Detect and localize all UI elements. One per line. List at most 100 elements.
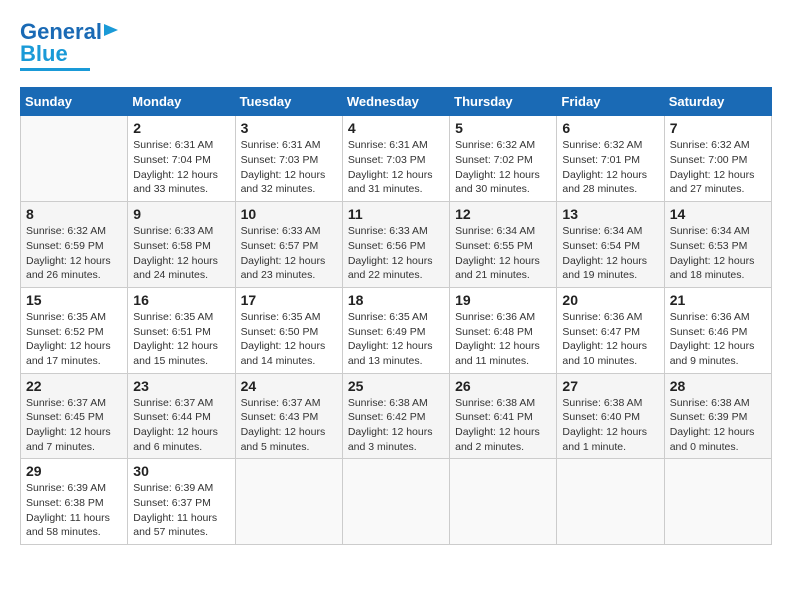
calendar-cell: 22 Sunrise: 6:37 AMSunset: 6:45 PMDayligh…	[21, 373, 128, 459]
calendar-cell: 18 Sunrise: 6:35 AMSunset: 6:49 PMDayligh…	[342, 287, 449, 373]
calendar-cell: 2 Sunrise: 6:31 AMSunset: 7:04 PMDaylight…	[128, 116, 235, 202]
day-info: Sunrise: 6:32 AMSunset: 7:00 PMDaylight:…	[670, 138, 766, 197]
calendar-cell: 9Sunrise: 6:33 AMSunset: 6:58 PMDaylight…	[128, 202, 235, 288]
calendar-body: 2 Sunrise: 6:31 AMSunset: 7:04 PMDaylight…	[21, 116, 772, 545]
day-number: 6	[562, 120, 658, 136]
calendar-cell: 11Sunrise: 6:33 AMSunset: 6:56 PMDayligh…	[342, 202, 449, 288]
day-info: Sunrise: 6:35 AMSunset: 6:50 PMDaylight:…	[241, 310, 337, 369]
day-info: Sunrise: 6:38 AMSunset: 6:41 PMDaylight:…	[455, 396, 551, 455]
day-number: 19	[455, 292, 551, 308]
day-number: 23	[133, 378, 229, 394]
day-number: 2	[133, 120, 229, 136]
calendar-header-friday: Friday	[557, 88, 664, 116]
day-info: Sunrise: 6:39 AMSunset: 6:38 PMDaylight:…	[26, 481, 122, 540]
day-number: 30	[133, 463, 229, 479]
calendar-cell: 24 Sunrise: 6:37 AMSunset: 6:43 PMDayligh…	[235, 373, 342, 459]
calendar-cell: 21Sunrise: 6:36 AMSunset: 6:46 PMDayligh…	[664, 287, 771, 373]
day-number: 18	[348, 292, 444, 308]
calendar-header-tuesday: Tuesday	[235, 88, 342, 116]
day-info: Sunrise: 6:39 AMSunset: 6:37 PMDaylight:…	[133, 481, 229, 540]
day-number: 29	[26, 463, 122, 479]
calendar-cell: 5Sunrise: 6:32 AMSunset: 7:02 PMDaylight…	[450, 116, 557, 202]
calendar-cell: 29 Sunrise: 6:39 AMSunset: 6:38 PMDayligh…	[21, 459, 128, 545]
day-info: Sunrise: 6:31 AMSunset: 7:04 PMDaylight:…	[133, 138, 229, 197]
day-number: 15	[26, 292, 122, 308]
calendar-cell	[664, 459, 771, 545]
day-info: Sunrise: 6:38 AMSunset: 6:40 PMDaylight:…	[562, 396, 658, 455]
day-number: 17	[241, 292, 337, 308]
day-info: Sunrise: 6:32 AMSunset: 7:01 PMDaylight:…	[562, 138, 658, 197]
day-number: 13	[562, 206, 658, 222]
calendar-header-sunday: Sunday	[21, 88, 128, 116]
day-info: Sunrise: 6:34 AMSunset: 6:53 PMDaylight:…	[670, 224, 766, 283]
calendar-cell: 14Sunrise: 6:34 AMSunset: 6:53 PMDayligh…	[664, 202, 771, 288]
calendar-header-row: SundayMondayTuesdayWednesdayThursdayFrid…	[21, 88, 772, 116]
calendar-cell: 10 Sunrise: 6:33 AMSunset: 6:57 PMDayligh…	[235, 202, 342, 288]
day-info: Sunrise: 6:37 AMSunset: 6:43 PMDaylight:…	[241, 396, 337, 455]
day-info: Sunrise: 6:32 AMSunset: 7:02 PMDaylight:…	[455, 138, 551, 197]
calendar-cell: 12 Sunrise: 6:34 AMSunset: 6:55 PMDayligh…	[450, 202, 557, 288]
calendar-week-2: 8Sunrise: 6:32 AMSunset: 6:59 PMDaylight…	[21, 202, 772, 288]
logo-arrow-icon	[104, 20, 124, 40]
calendar-cell: 3 Sunrise: 6:31 AMSunset: 7:03 PMDaylight…	[235, 116, 342, 202]
calendar-cell: 8Sunrise: 6:32 AMSunset: 6:59 PMDaylight…	[21, 202, 128, 288]
day-number: 27	[562, 378, 658, 394]
day-number: 4	[348, 120, 444, 136]
day-number: 12	[455, 206, 551, 222]
day-info: Sunrise: 6:38 AMSunset: 6:39 PMDaylight:…	[670, 396, 766, 455]
calendar-cell	[450, 459, 557, 545]
calendar-cell: 27 Sunrise: 6:38 AMSunset: 6:40 PMDayligh…	[557, 373, 664, 459]
day-number: 8	[26, 206, 122, 222]
day-number: 20	[562, 292, 658, 308]
day-info: Sunrise: 6:33 AMSunset: 6:58 PMDaylight:…	[133, 224, 229, 283]
day-number: 7	[670, 120, 766, 136]
calendar-cell: 4 Sunrise: 6:31 AMSunset: 7:03 PMDaylight…	[342, 116, 449, 202]
calendar-cell	[21, 116, 128, 202]
day-info: Sunrise: 6:31 AMSunset: 7:03 PMDaylight:…	[348, 138, 444, 197]
calendar-week-1: 2 Sunrise: 6:31 AMSunset: 7:04 PMDaylight…	[21, 116, 772, 202]
day-info: Sunrise: 6:31 AMSunset: 7:03 PMDaylight:…	[241, 138, 337, 197]
day-number: 10	[241, 206, 337, 222]
calendar-cell: 26 Sunrise: 6:38 AMSunset: 6:41 PMDayligh…	[450, 373, 557, 459]
calendar-cell: 28 Sunrise: 6:38 AMSunset: 6:39 PMDayligh…	[664, 373, 771, 459]
day-info: Sunrise: 6:38 AMSunset: 6:42 PMDaylight:…	[348, 396, 444, 455]
day-info: Sunrise: 6:35 AMSunset: 6:49 PMDaylight:…	[348, 310, 444, 369]
day-number: 3	[241, 120, 337, 136]
calendar-cell: 15 Sunrise: 6:35 AMSunset: 6:52 PMDayligh…	[21, 287, 128, 373]
day-number: 16	[133, 292, 229, 308]
calendar-cell: 16 Sunrise: 6:35 AMSunset: 6:51 PMDayligh…	[128, 287, 235, 373]
calendar-cell: 25 Sunrise: 6:38 AMSunset: 6:42 PMDayligh…	[342, 373, 449, 459]
day-number: 24	[241, 378, 337, 394]
day-number: 21	[670, 292, 766, 308]
day-info: Sunrise: 6:34 AMSunset: 6:55 PMDaylight:…	[455, 224, 551, 283]
day-info: Sunrise: 6:36 AMSunset: 6:48 PMDaylight:…	[455, 310, 551, 369]
logo-blue-text: Blue	[20, 42, 68, 66]
calendar-cell: 17 Sunrise: 6:35 AMSunset: 6:50 PMDayligh…	[235, 287, 342, 373]
page-header: General Blue	[20, 20, 772, 71]
calendar-cell: 19 Sunrise: 6:36 AMSunset: 6:48 PMDayligh…	[450, 287, 557, 373]
calendar-cell: 6 Sunrise: 6:32 AMSunset: 7:01 PMDaylight…	[557, 116, 664, 202]
calendar-week-5: 29 Sunrise: 6:39 AMSunset: 6:38 PMDayligh…	[21, 459, 772, 545]
calendar-cell	[342, 459, 449, 545]
day-number: 22	[26, 378, 122, 394]
day-info: Sunrise: 6:36 AMSunset: 6:47 PMDaylight:…	[562, 310, 658, 369]
calendar-header-thursday: Thursday	[450, 88, 557, 116]
calendar-cell: 13 Sunrise: 6:34 AMSunset: 6:54 PMDayligh…	[557, 202, 664, 288]
calendar-header-saturday: Saturday	[664, 88, 771, 116]
calendar-cell: 7 Sunrise: 6:32 AMSunset: 7:00 PMDaylight…	[664, 116, 771, 202]
day-info: Sunrise: 6:34 AMSunset: 6:54 PMDaylight:…	[562, 224, 658, 283]
calendar-cell	[557, 459, 664, 545]
day-info: Sunrise: 6:33 AMSunset: 6:57 PMDaylight:…	[241, 224, 337, 283]
day-info: Sunrise: 6:37 AMSunset: 6:45 PMDaylight:…	[26, 396, 122, 455]
calendar-cell: 30 Sunrise: 6:39 AMSunset: 6:37 PMDayligh…	[128, 459, 235, 545]
day-number: 25	[348, 378, 444, 394]
day-number: 28	[670, 378, 766, 394]
day-info: Sunrise: 6:35 AMSunset: 6:51 PMDaylight:…	[133, 310, 229, 369]
day-number: 11	[348, 206, 444, 222]
calendar-cell: 20 Sunrise: 6:36 AMSunset: 6:47 PMDayligh…	[557, 287, 664, 373]
calendar-header-wednesday: Wednesday	[342, 88, 449, 116]
calendar-cell: 23Sunrise: 6:37 AMSunset: 6:44 PMDayligh…	[128, 373, 235, 459]
day-info: Sunrise: 6:35 AMSunset: 6:52 PMDaylight:…	[26, 310, 122, 369]
calendar-week-3: 15 Sunrise: 6:35 AMSunset: 6:52 PMDayligh…	[21, 287, 772, 373]
day-number: 26	[455, 378, 551, 394]
